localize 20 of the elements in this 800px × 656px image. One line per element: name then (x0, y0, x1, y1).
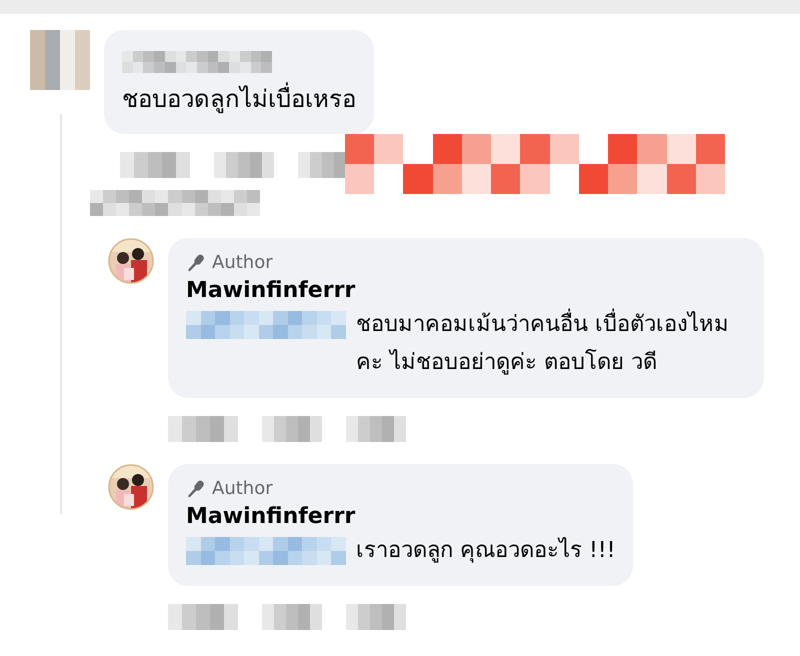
redacted-action (262, 604, 322, 630)
redacted-action (214, 152, 274, 178)
comment-text: เราอวดลูก คุณอวดอะไร !!! (356, 536, 616, 565)
avatar (30, 30, 90, 90)
comment-text: ชอบอวดลูกไม่เบื่อเหรอ (122, 80, 356, 118)
redacted-action (168, 604, 238, 630)
microphone-icon (186, 253, 206, 273)
avatar[interactable] (108, 238, 154, 284)
author-label: Author (212, 251, 273, 275)
redacted-action (168, 416, 238, 442)
redacted-action (346, 416, 406, 442)
commenter-name[interactable]: Mawinfinferrr (186, 276, 746, 306)
microphone-icon (186, 479, 206, 499)
author-label: Author (212, 477, 273, 501)
redacted-action (120, 152, 190, 178)
comment-text: ชอบมาคอมเม้นว่าคนอื่น เบื่อตัวเองไหมคะ ไม่ชอบอย่าดูค่ะ ตอบโดย วดี (356, 306, 746, 382)
avatar[interactable] (108, 464, 154, 510)
commenter-name[interactable]: Mawinfinferrr (186, 502, 616, 532)
redacted-action (262, 416, 322, 442)
redacted-action (346, 604, 406, 630)
